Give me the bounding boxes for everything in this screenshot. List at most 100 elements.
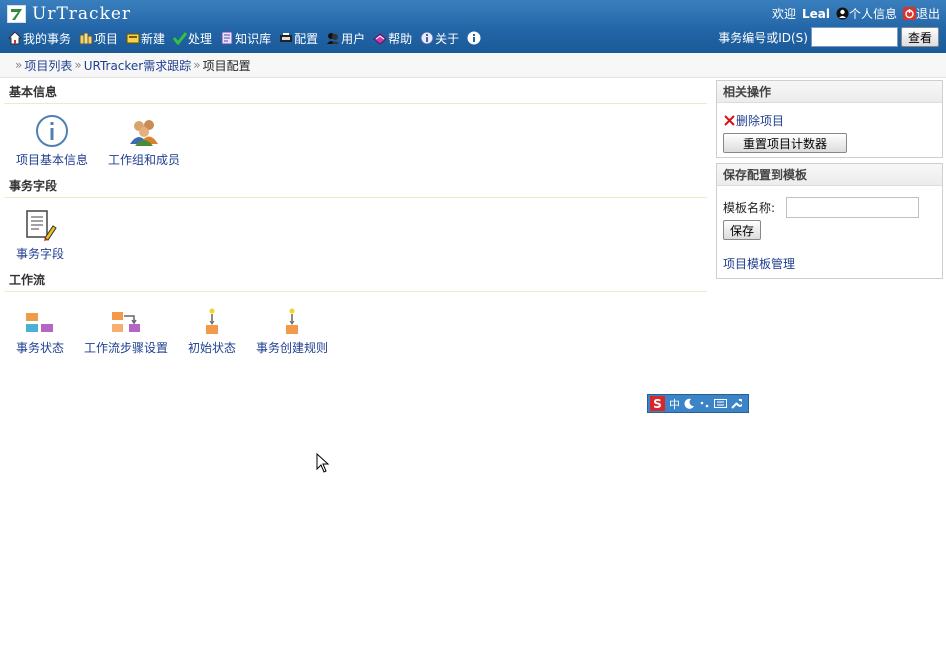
nav-label: 知识库 xyxy=(235,31,272,46)
reset-counter-button[interactable]: 重置项目计数器 xyxy=(723,133,847,153)
project-icon xyxy=(79,32,93,45)
tile-label: 事务状态 xyxy=(16,341,65,355)
nav-help[interactable]: 帮助 xyxy=(373,30,412,47)
breadcrumb-separator: » xyxy=(193,58,201,72)
ime-mode[interactable]: 中 xyxy=(669,396,680,412)
app-header: UrTracker 欢迎 Leal 个人信息 退出 我的事务 项目 新建 处理 xyxy=(0,0,946,53)
nav-label: 帮助 xyxy=(388,31,413,46)
breadcrumb-project[interactable]: URTracker需求跟踪 xyxy=(84,57,192,74)
profile-link[interactable]: 个人信息 xyxy=(836,5,897,22)
new-icon xyxy=(126,33,140,44)
config-icon xyxy=(280,33,293,42)
tile-label: 事务创建规则 xyxy=(256,341,329,355)
workflow-steps-icon xyxy=(112,312,141,332)
section-tiles-workflow: 事务状态 工作流步骤设置 初始状态 事务创建规则 xyxy=(4,292,707,362)
creation-rules-icon xyxy=(286,308,299,334)
nav-label: 关于 xyxy=(435,31,460,46)
search-bar: 事务编号或ID(S) 查看 xyxy=(718,27,939,47)
section-title-basic: 基本信息 xyxy=(4,80,707,104)
states-icon xyxy=(26,313,53,332)
section-title-workflow: 工作流 xyxy=(4,268,707,292)
save-template-button[interactable]: 保存 xyxy=(723,220,762,240)
tile-initial-state[interactable]: 初始状态 xyxy=(184,292,240,362)
search-input[interactable] xyxy=(810,27,898,47)
nav-projects[interactable]: 项目 xyxy=(79,30,118,47)
breadcrumb-current: 项目配置 xyxy=(202,58,251,73)
wrench-icon[interactable] xyxy=(731,398,742,409)
user-bar: 欢迎 Leal 个人信息 退出 xyxy=(772,5,940,22)
app-logo[interactable]: UrTracker xyxy=(7,4,131,24)
logout-link[interactable]: 退出 xyxy=(902,5,940,22)
ime-logo: S xyxy=(650,396,665,411)
nav-label: 我的事务 xyxy=(23,31,72,46)
tile-task-fields[interactable]: 事务字段 xyxy=(12,198,68,268)
logout-label: 退出 xyxy=(915,7,940,21)
nav-new[interactable]: 新建 xyxy=(126,30,165,47)
tile-workflow-steps[interactable]: 工作流步骤设置 xyxy=(80,292,172,362)
nav-label: 配置 xyxy=(294,31,319,46)
nav-label: 项目 xyxy=(94,31,119,46)
profile-label: 个人信息 xyxy=(848,7,897,21)
tile-workgroup-members[interactable]: 工作组和成员 xyxy=(104,104,184,174)
panel-title: 保存配置到模板 xyxy=(717,164,942,186)
template-name-input[interactable] xyxy=(786,197,920,218)
tile-label: 初始状态 xyxy=(188,341,237,355)
mouse-cursor-icon xyxy=(316,453,330,473)
username: Leal xyxy=(801,6,830,21)
moon-icon[interactable] xyxy=(684,398,695,409)
tile-label: 工作流步骤设置 xyxy=(84,341,169,355)
logo-text: UrTracker xyxy=(32,4,132,24)
power-icon xyxy=(902,7,916,20)
tile-task-creation-rules[interactable]: 事务创建规则 xyxy=(252,292,332,362)
document-edit-icon xyxy=(26,210,57,241)
check-icon xyxy=(173,32,188,45)
initial-state-icon xyxy=(206,308,219,334)
nav-label: 新建 xyxy=(141,31,166,46)
template-manage-link[interactable]: 项目模板管理 xyxy=(723,255,795,272)
tile-label: 事务字段 xyxy=(16,247,65,261)
panel-title: 相关操作 xyxy=(717,81,942,103)
nav-label: 用户 xyxy=(341,31,366,46)
search-label: 事务编号或ID(S) xyxy=(718,30,808,45)
keyboard-icon[interactable] xyxy=(714,398,727,409)
ime-toolbar[interactable]: S 中 xyxy=(647,394,749,413)
section-tiles-fields: 事务字段 xyxy=(4,198,707,268)
punctuation-icon[interactable] xyxy=(699,398,710,409)
nav-users[interactable]: 用户 xyxy=(326,30,365,47)
save-template-panel: 保存配置到模板 模板名称: 保存 项目模板管理 xyxy=(716,163,943,279)
nav-info[interactable] xyxy=(467,31,482,45)
tile-task-states[interactable]: 事务状态 xyxy=(12,292,68,362)
breadcrumb-separator: » xyxy=(74,58,82,72)
delete-project-link[interactable]: 删除项目 xyxy=(723,112,784,129)
delete-project-label: 删除项目 xyxy=(736,114,785,128)
info-circle-icon xyxy=(36,115,68,147)
knowledge-icon xyxy=(221,31,233,45)
breadcrumb-project-list[interactable]: 项目列表 xyxy=(24,57,72,74)
help-book-icon xyxy=(373,33,387,45)
users-icon xyxy=(327,33,340,44)
home-icon xyxy=(8,31,22,45)
nav-config[interactable]: 配置 xyxy=(279,30,318,47)
search-button[interactable]: 查看 xyxy=(900,27,939,47)
logo-icon xyxy=(7,5,26,23)
breadcrumb-separator: » xyxy=(15,58,23,72)
nav-my-tasks[interactable]: 我的事务 xyxy=(8,30,71,47)
tile-label: 项目基本信息 xyxy=(16,153,89,167)
nav-process[interactable]: 处理 xyxy=(173,30,212,47)
section-title-fields: 事务字段 xyxy=(4,174,707,198)
related-actions-panel: 相关操作 删除项目 重置项目计数器 xyxy=(716,80,943,158)
template-name-label: 模板名称: xyxy=(723,201,776,215)
nav-about[interactable]: 关于 xyxy=(420,30,459,47)
breadcrumb: » 项目列表 » URTracker需求跟踪 » 项目配置 xyxy=(0,53,946,78)
tile-label: 工作组和成员 xyxy=(108,153,181,167)
main-nav: 我的事务 项目 新建 处理 知识库 配置 用户 帮助 关于 xyxy=(8,30,482,46)
about-icon xyxy=(420,31,434,45)
info-icon xyxy=(467,31,481,45)
main-content: 基本信息 项目基本信息 工作组和成员 事务字段 事务字段 工作流 事务状态 工作… xyxy=(4,80,707,362)
tile-project-basic-info[interactable]: 项目基本信息 xyxy=(12,104,92,174)
nav-knowledge[interactable]: 知识库 xyxy=(220,30,271,47)
person-icon xyxy=(836,7,849,20)
delete-x-icon xyxy=(724,115,735,126)
nav-label: 处理 xyxy=(188,31,213,46)
team-icon xyxy=(130,120,159,146)
